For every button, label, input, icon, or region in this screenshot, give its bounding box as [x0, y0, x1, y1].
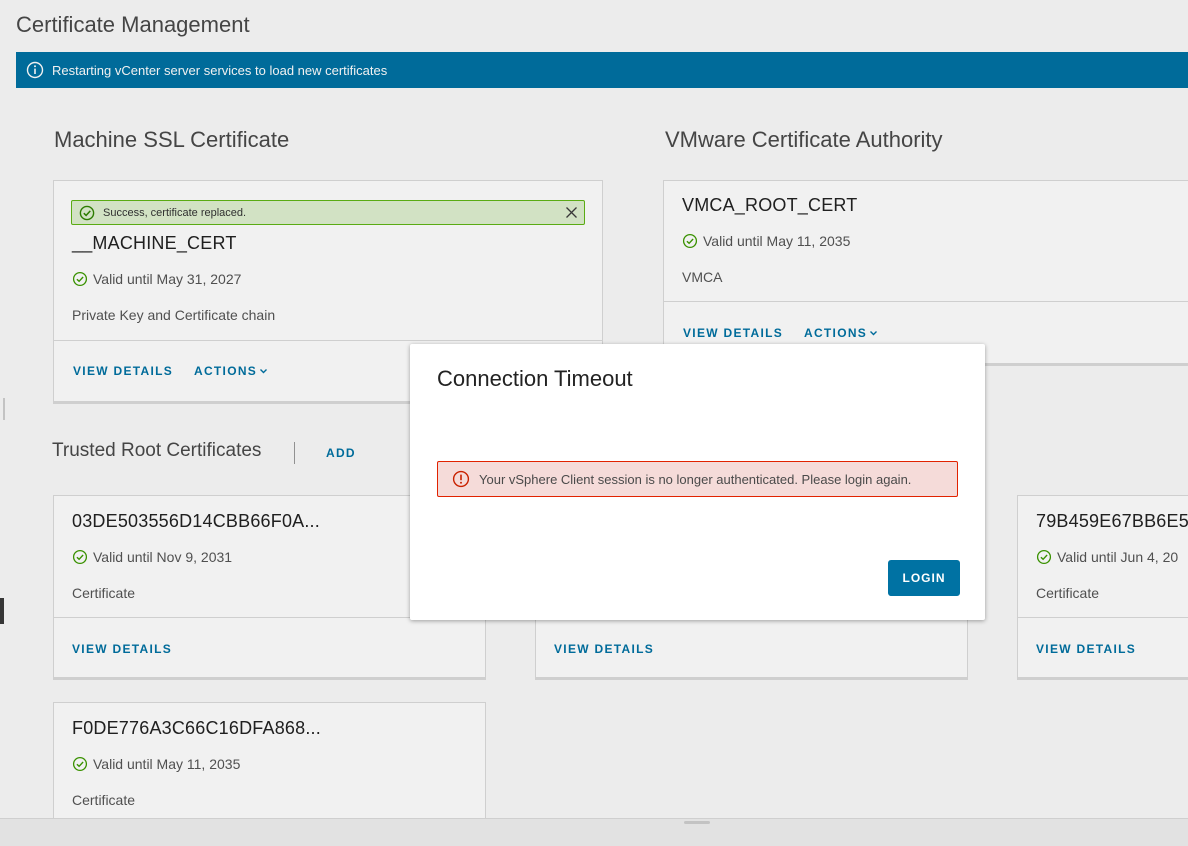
dialog-title: Connection Timeout: [437, 366, 633, 391]
login-button[interactable]: LOGIN: [888, 560, 960, 596]
error-alert: Your vSphere Client session is no longer…: [437, 461, 958, 497]
error-alert-text: Your vSphere Client session is no longer…: [479, 471, 912, 487]
connection-timeout-dialog: Connection Timeout Your vSphere Client s…: [410, 344, 985, 620]
error-icon: [452, 470, 470, 488]
